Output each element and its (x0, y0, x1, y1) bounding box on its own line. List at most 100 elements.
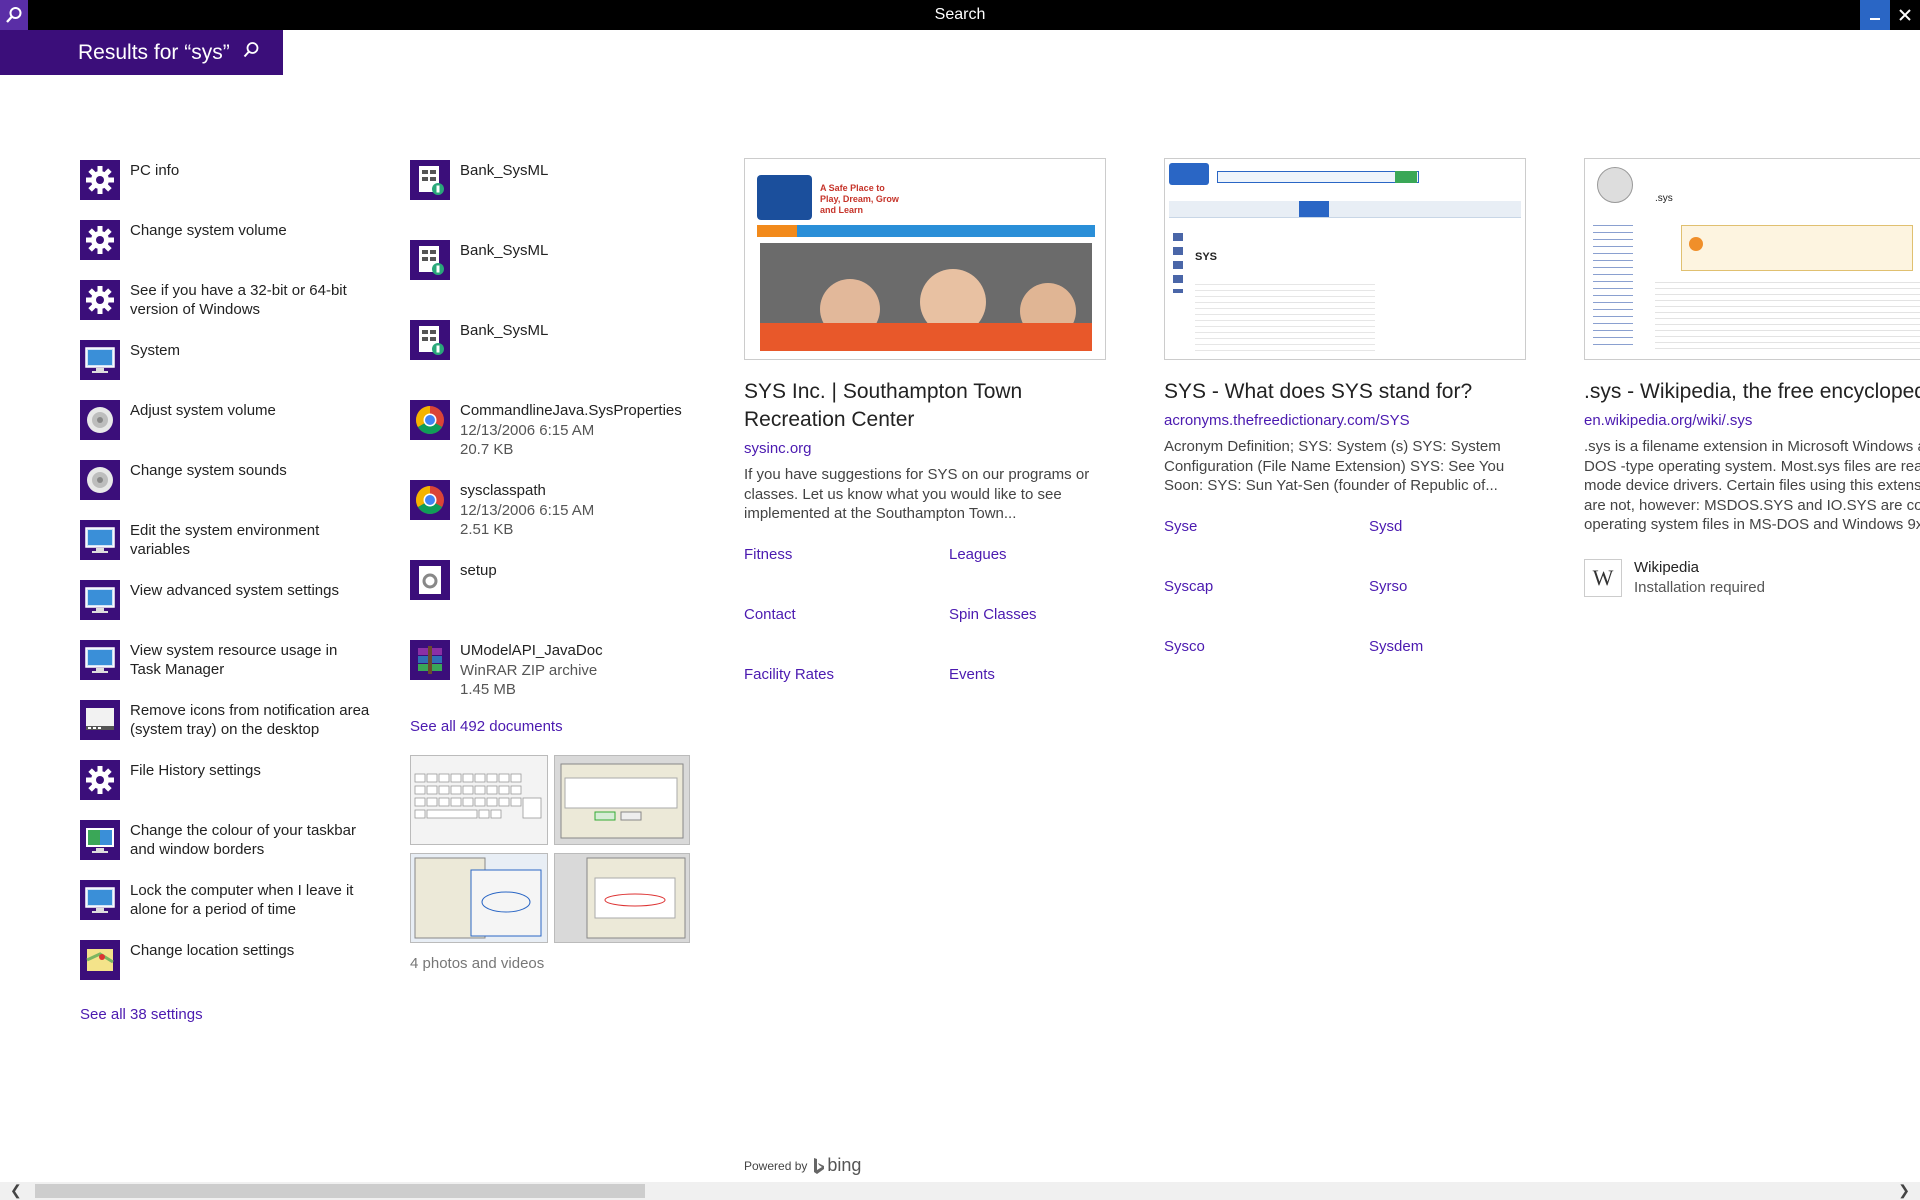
web-result-url[interactable]: acronyms.thefreedictionary.com/SYS (1164, 412, 1410, 429)
deep-link[interactable]: Spin Classes (949, 606, 1037, 623)
setting-item[interactable]: Change the colour of your taskbar and wi… (80, 818, 360, 878)
photos-videos-label[interactable]: 4 photos and videos (410, 955, 544, 972)
setting-item[interactable]: View advanced system settings (80, 578, 360, 638)
settings-results: PC info Change system volume See if you … (80, 158, 369, 1024)
setting-label: PC info (130, 162, 180, 179)
gear-icon (80, 220, 120, 260)
deep-link[interactable]: Events (949, 666, 995, 683)
web-result-url[interactable]: en.wikipedia.org/wiki/.sys (1584, 412, 1752, 429)
document-name: Bank_SysML (460, 322, 549, 339)
chrome-icon (410, 480, 450, 520)
close-button[interactable] (1890, 0, 1920, 30)
documents-results: Bank_SysML Bank_SysML Bank_SysML Command… (410, 158, 710, 735)
app-name: Wikipedia (1634, 558, 1700, 576)
deep-link[interactable]: Sysdem (1369, 638, 1423, 655)
setting-item[interactable]: Change system sounds (80, 458, 360, 518)
setting-label: Change location settings (130, 942, 295, 959)
title-bar: Search (0, 0, 1920, 30)
document-item[interactable]: setup (410, 558, 710, 638)
deep-link[interactable]: Syscap (1164, 578, 1213, 595)
document-icon (410, 320, 450, 360)
deep-link[interactable]: Sysco (1164, 638, 1205, 655)
web-result-description: Acronym Definition; SYS: System (s) SYS:… (1164, 438, 1505, 494)
setup-file-icon (410, 560, 450, 600)
see-all-settings-link[interactable]: See all 38 settings (80, 1006, 203, 1023)
web-result-title[interactable]: SYS Inc. | Southampton Town Recreation C… (744, 378, 1106, 434)
bing-logo: bing (813, 1155, 861, 1176)
web-result-description: .sys is a filename extension in Microsof… (1584, 438, 1920, 533)
document-item[interactable]: CommandlineJava.SysProperties 12/13/2006 … (410, 398, 710, 478)
scroll-right-icon[interactable]: ❯ (1898, 1182, 1910, 1199)
results-header[interactable]: Results for “sys” (0, 30, 283, 75)
web-result: SYS SYS - What does SYS stand for? acron… (1164, 158, 1526, 678)
web-result-title[interactable]: SYS - What does SYS stand for? (1164, 378, 1526, 406)
document-item[interactable]: Bank_SysML (410, 318, 710, 398)
web-result-url[interactable]: sysinc.org (744, 440, 812, 457)
setting-item[interactable]: Edit the system environment variables (80, 518, 360, 578)
document-name: sysclasspath (460, 482, 546, 499)
document-name: Bank_SysML (460, 162, 549, 179)
location-icon (80, 940, 120, 980)
setting-item[interactable]: View system resource usage in Task Manag… (80, 638, 360, 698)
app-status: Installation required (1634, 578, 1765, 596)
photo-thumbnail[interactable] (554, 853, 690, 943)
scrollbar-thumb[interactable] (35, 1184, 645, 1198)
setting-item[interactable]: PC info (80, 158, 360, 218)
deep-link[interactable]: Syse (1164, 518, 1197, 535)
setting-item[interactable]: System (80, 338, 360, 398)
deep-links: Fitness Leagues Contact Spin Classes Fac… (744, 546, 1106, 706)
minimize-button[interactable] (1860, 0, 1890, 30)
search-icon[interactable] (242, 41, 260, 64)
setting-item[interactable]: File History settings (80, 758, 360, 818)
web-thumbnail[interactable]: SYS (1164, 158, 1526, 360)
app-suggestion[interactable]: W Wikipedia Installation required (1584, 558, 1920, 603)
gear-icon (80, 160, 120, 200)
horizontal-scrollbar[interactable]: ❮ ❯ (0, 1182, 1920, 1200)
document-item[interactable]: Bank_SysML (410, 238, 710, 318)
deep-link[interactable]: Facility Rates (744, 666, 834, 683)
setting-item[interactable]: Remove icons from notification area (sys… (80, 698, 369, 758)
setting-item[interactable]: Lock the computer when I leave it alone … (80, 878, 360, 938)
document-name: Bank_SysML (460, 242, 549, 259)
monitor-icon (80, 640, 120, 680)
photos-grid: 4 photos and videos (410, 755, 690, 972)
document-item[interactable]: sysclasspath 12/13/2006 6:15 AM 2.51 KB (410, 478, 710, 558)
photo-thumbnail[interactable] (410, 853, 548, 943)
setting-label: File History settings (130, 762, 261, 779)
document-item[interactable]: Bank_SysML (410, 158, 710, 238)
web-result-title[interactable]: .sys - Wikipedia, the free encyclopedia (1584, 378, 1920, 406)
web-thumbnail[interactable]: .sys (1584, 158, 1920, 360)
deep-link[interactable]: Leagues (949, 546, 1007, 563)
web-thumbnail[interactable]: A Safe Place to Play, Dream, Grow and Le… (744, 158, 1106, 360)
document-icon (410, 240, 450, 280)
photo-thumbnail[interactable] (554, 755, 690, 845)
photo-thumbnail[interactable] (410, 755, 548, 845)
monitor-icon (80, 880, 120, 920)
setting-label: Change system sounds (130, 462, 287, 479)
document-size: 1.45 MB (460, 681, 516, 698)
document-item[interactable]: UModelAPI_JavaDoc WinRAR ZIP archive 1.45 … (410, 638, 710, 718)
document-name: UModelAPI_JavaDoc (460, 642, 603, 659)
powered-by-bing: Powered by bing (744, 1155, 861, 1176)
setting-item[interactable]: Change location settings (80, 938, 360, 998)
deep-link[interactable]: Syrso (1369, 578, 1407, 595)
monitor-color-icon (80, 820, 120, 860)
monitor-icon (80, 340, 120, 380)
setting-label: Change system volume (130, 222, 287, 239)
deep-link[interactable]: Contact (744, 606, 796, 623)
web-result-description: If you have suggestions for SYS on our p… (744, 466, 1090, 522)
setting-label: Adjust system volume (130, 402, 276, 419)
setting-label: View advanced system settings (130, 582, 339, 599)
deep-link[interactable]: Fitness (744, 546, 792, 563)
scroll-left-icon[interactable]: ❮ (10, 1182, 22, 1199)
document-name: setup (460, 562, 497, 579)
setting-item[interactable]: See if you have a 32-bit or 64-bit versi… (80, 278, 360, 338)
setting-item[interactable]: Change system volume (80, 218, 360, 278)
taskbar-icon (80, 700, 120, 740)
winrar-icon (410, 640, 450, 680)
web-result: .sys .sys - Wikipedia, the free encyclop… (1584, 158, 1920, 603)
see-all-documents-link[interactable]: See all 492 documents (410, 718, 710, 735)
deep-link[interactable]: Sysd (1369, 518, 1402, 535)
monitor-icon (80, 520, 120, 560)
setting-item[interactable]: Adjust system volume (80, 398, 360, 458)
